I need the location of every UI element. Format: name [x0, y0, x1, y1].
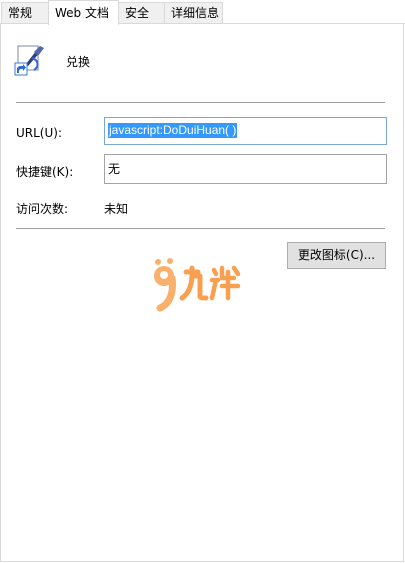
visits-value: 未知	[104, 202, 129, 216]
tab-general[interactable]: 常规	[1, 2, 49, 23]
jiuyou-watermark	[150, 252, 260, 312]
tab-strip: 常规 Web 文档 安全 详细信息	[0, 0, 405, 25]
separator-top	[16, 102, 385, 103]
tab-details[interactable]: 详细信息	[164, 2, 223, 23]
url-field[interactable]: javascript:DoDuiHuan( )	[104, 117, 387, 145]
app-name: 兑换	[66, 55, 91, 69]
url-label: URL(U):	[16, 126, 62, 140]
tab-security[interactable]: 安全	[118, 2, 165, 23]
hotkey-value: 无	[108, 162, 121, 176]
separator-bottom	[16, 228, 385, 229]
url-selected-text[interactable]: javascript:DoDuiHuan( )	[108, 123, 238, 138]
shortcut-app-icon	[14, 44, 46, 76]
visits-label: 访问次数:	[16, 202, 69, 216]
hotkey-field[interactable]: 无	[104, 154, 387, 184]
hotkey-label: 快捷键(K):	[16, 165, 74, 179]
change-icon-button[interactable]: 更改图标(C)...	[287, 242, 386, 269]
tab-web-document[interactable]: Web 文档	[48, 0, 119, 25]
